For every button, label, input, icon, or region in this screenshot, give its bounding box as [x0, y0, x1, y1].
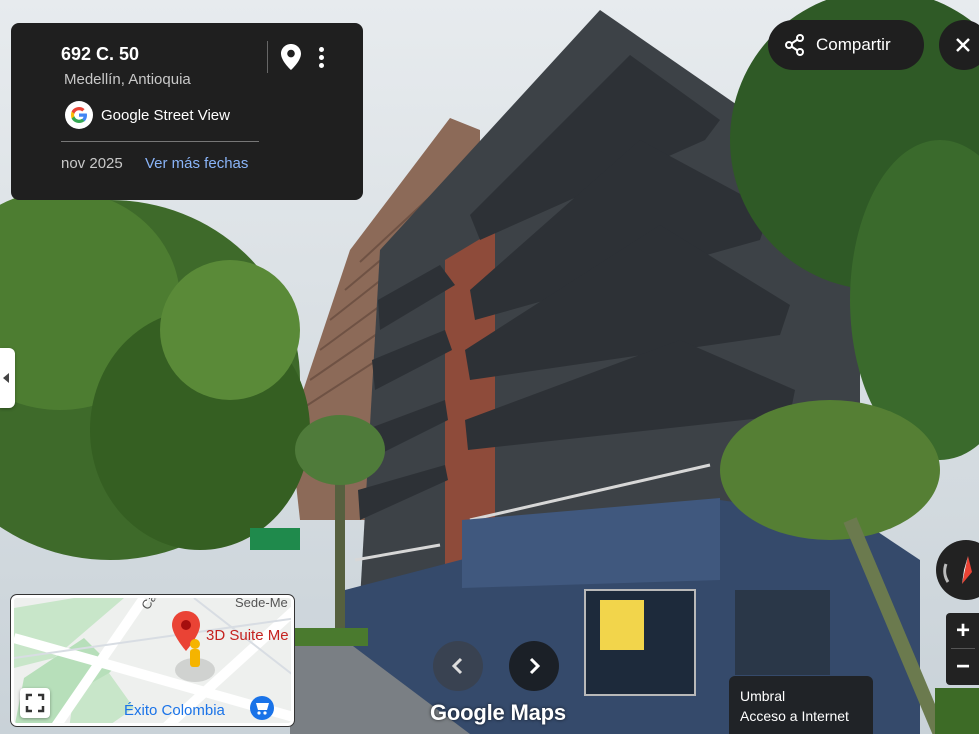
shopping-cart-icon — [250, 696, 274, 720]
next-photo-button[interactable] — [509, 641, 559, 691]
more-options-icon[interactable] — [313, 43, 329, 71]
map-pin-icon[interactable] — [279, 43, 303, 71]
hover-tooltip: Umbral Acceso a Internet — [729, 676, 873, 734]
location-info-card: 692 C. 50 Medellín, Antioquia Google Str… — [11, 23, 363, 200]
google-logo-icon — [65, 101, 93, 129]
close-icon — [956, 38, 970, 52]
city-subtitle: Medellín, Antioquia — [64, 71, 191, 88]
compass-icon — [943, 556, 972, 584]
card-divider — [61, 141, 259, 142]
poi-label: Éxito Colombia — [124, 702, 225, 719]
more-dates-link[interactable]: Ver más fechas — [145, 155, 248, 172]
google-maps-logo: Google Maps — [430, 700, 566, 725]
expand-map-button[interactable] — [20, 688, 50, 718]
card-vertical-divider — [267, 41, 268, 73]
chevron-left-icon — [451, 657, 463, 675]
share-button[interactable]: Compartir — [768, 20, 924, 70]
place-label: 3D Suite Me — [206, 627, 289, 644]
chevron-right-icon — [529, 657, 541, 675]
tooltip-subtitle: Acceso a Internet — [740, 708, 849, 724]
expand-icon — [25, 693, 45, 713]
compass-button[interactable] — [936, 540, 979, 600]
capture-date: nov 2025 — [61, 155, 123, 172]
previous-photo-button[interactable] — [433, 641, 483, 691]
street-label-top: Sede-Me — [235, 595, 288, 610]
collapse-panel-tab[interactable] — [0, 348, 15, 408]
provider-label: Google Street View — [101, 106, 230, 124]
chevron-left-icon — [3, 373, 9, 383]
minimap[interactable]: Sede-Me Carre 3D Suite Me Éxito Colombia — [11, 595, 294, 726]
zoom-control: + − — [946, 613, 979, 685]
address-title: 692 C. 50 — [61, 44, 140, 64]
street-view-source: Google Street View — [65, 101, 230, 129]
share-label: Compartir — [816, 35, 891, 54]
zoom-out-button[interactable]: − — [946, 649, 979, 684]
zoom-in-button[interactable]: + — [946, 613, 979, 648]
tooltip-title: Umbral — [740, 688, 786, 704]
share-icon — [785, 34, 804, 56]
